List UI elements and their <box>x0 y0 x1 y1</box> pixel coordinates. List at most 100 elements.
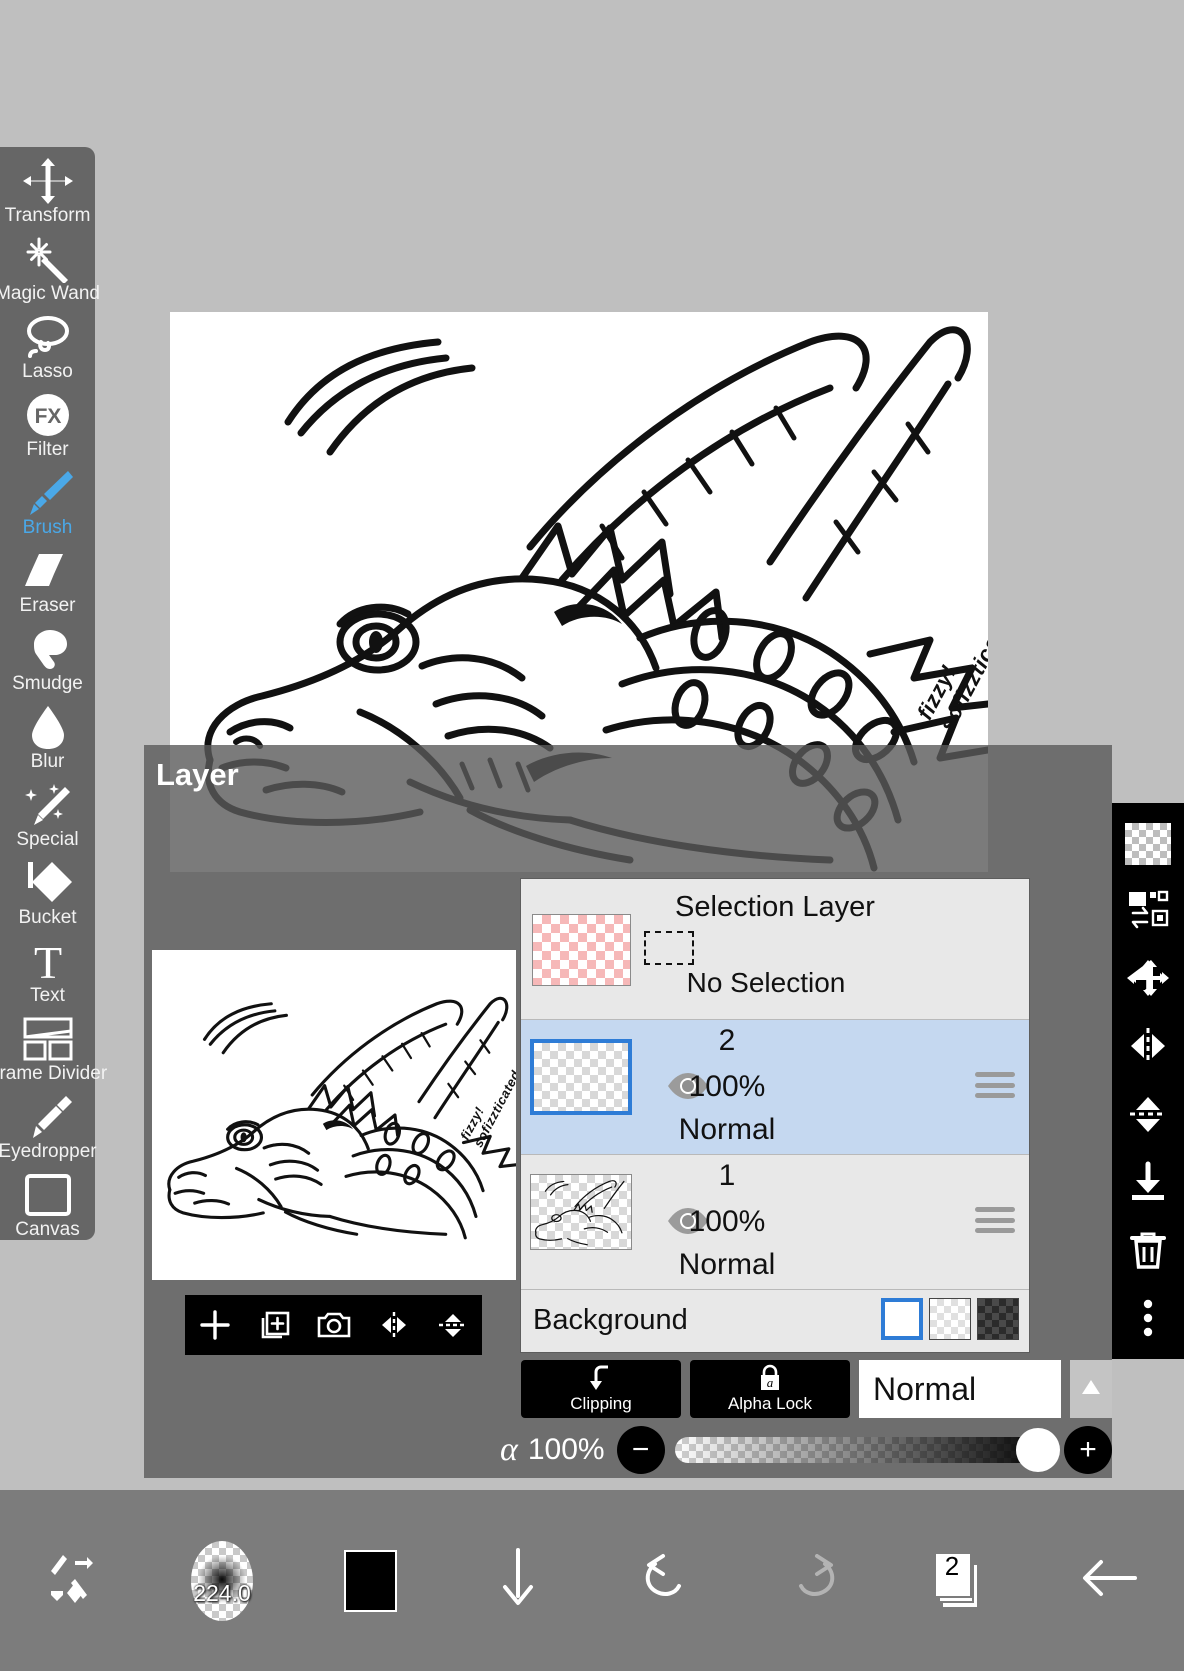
layer-drag-handle-2[interactable] <box>975 1072 1015 1098</box>
sidebar-item-eraser[interactable]: Eraser <box>0 547 95 625</box>
flip-vertical-icon[interactable] <box>437 1310 469 1340</box>
text-t-icon: T <box>19 937 77 985</box>
selection-layer-row[interactable]: Selection Layer No Selection <box>521 879 1029 1020</box>
sidebar-item-smudge[interactable]: Smudge <box>0 625 95 703</box>
sidebar-item-brush[interactable]: Brush <box>0 469 95 547</box>
sidebar-item-label: Eraser <box>19 595 76 616</box>
sidebar-item-text[interactable]: T Text <box>0 937 95 1015</box>
layer-transfer-button[interactable] <box>1120 883 1176 941</box>
alpha-lock-icon: a <box>757 1364 783 1392</box>
sidebar-item-label: Text <box>30 985 65 1006</box>
layer-blend-2: Normal <box>678 1113 776 1146</box>
color-swatch-button[interactable] <box>296 1549 444 1612</box>
layer-panel-title: Layer <box>156 757 239 792</box>
undo-button[interactable] <box>592 1550 740 1611</box>
background-swatch-dark[interactable] <box>977 1298 1019 1340</box>
redo-icon <box>785 1550 843 1611</box>
triangle-up-icon <box>1080 1378 1102 1401</box>
undo-icon <box>637 1550 695 1611</box>
layer-opacity-row: α 100% − + <box>500 1424 1112 1476</box>
sidebar-item-special[interactable]: Special <box>0 781 95 859</box>
sparkle-pencil-icon <box>19 781 77 829</box>
alpha-lock-button[interactable]: a Alpha Lock <box>690 1360 850 1418</box>
clipping-arrow-icon <box>586 1364 616 1392</box>
tool-swap-button[interactable] <box>0 1549 148 1612</box>
brush-size-label: 224.0 <box>193 1579 251 1606</box>
layer-blend-1: Normal <box>678 1248 776 1281</box>
paint-bucket-icon <box>19 859 77 907</box>
sidebar-item-lasso[interactable]: Lasso <box>0 313 95 391</box>
canvas-square-icon <box>19 1171 77 1219</box>
clipping-label: Clipping <box>570 1394 632 1413</box>
flip-horizontal-button[interactable] <box>1120 1019 1176 1077</box>
layer-actions-toolbar <box>1112 803 1184 1359</box>
sidebar-item-label: Bucket <box>18 907 77 928</box>
layers-count-label: 2 <box>944 1550 960 1581</box>
camera-icon[interactable] <box>317 1310 351 1340</box>
background-row[interactable]: Background <box>521 1290 1029 1350</box>
color-chip-icon <box>343 1549 397 1612</box>
move-layer-button[interactable] <box>1120 951 1176 1009</box>
move-arrows-icon <box>1127 957 1169 1004</box>
back-button[interactable] <box>1036 1550 1184 1611</box>
brush-icon <box>19 469 77 517</box>
bottom-toolbar: 224.0 2 <box>0 1490 1184 1671</box>
redo-button[interactable] <box>740 1550 888 1611</box>
sidebar-item-eyedropper[interactable]: Eyedropper <box>0 1093 97 1171</box>
background-swatch-white[interactable] <box>881 1298 923 1340</box>
sidebar-item-bucket[interactable]: Bucket <box>0 859 95 937</box>
layer-options-row: Clipping a Alpha Lock Normal <box>521 1360 1112 1418</box>
layer-row-2[interactable]: 2 100% Normal <box>521 1020 1029 1155</box>
svg-text:T: T <box>33 938 61 984</box>
opacity-slider-knob[interactable] <box>1016 1428 1060 1472</box>
flip-vertical-icon <box>1127 1094 1169 1139</box>
hide-ui-button[interactable] <box>444 1547 592 1614</box>
move-arrows-icon <box>19 157 77 205</box>
opacity-decrease-button[interactable]: − <box>616 1426 665 1474</box>
sidebar-item-canvas[interactable]: Canvas <box>0 1171 95 1249</box>
layer-preview-toolbar <box>185 1295 482 1355</box>
brush-size-button[interactable]: 224.0 <box>148 1540 296 1621</box>
more-options-button[interactable] <box>1120 1291 1176 1349</box>
blend-mode-value: Normal <box>873 1370 977 1407</box>
blend-mode-select[interactable]: Normal <box>859 1360 1061 1418</box>
delete-layer-button[interactable] <box>1120 1223 1176 1281</box>
add-boxed-icon[interactable] <box>259 1309 291 1341</box>
sidebar-item-label: Smudge <box>12 673 83 694</box>
blend-mode-arrow[interactable] <box>1070 1360 1112 1418</box>
flip-horizontal-icon <box>1127 1026 1169 1071</box>
swap-tools-icon <box>45 1549 103 1612</box>
layer-opacity-2: 100% <box>688 1070 766 1103</box>
clipping-button[interactable]: Clipping <box>521 1360 681 1418</box>
preview-dragon-lineart <box>167 996 516 1240</box>
layers-button[interactable]: 2 <box>888 1549 1036 1613</box>
sidebar-item-frame-divider[interactable]: Frame Divider <box>0 1015 107 1093</box>
layer-drag-handle-1[interactable] <box>975 1207 1015 1233</box>
selection-status-label: No Selection <box>686 967 846 998</box>
merge-down-button[interactable] <box>1120 1155 1176 1213</box>
arrow-left-icon <box>1079 1550 1141 1611</box>
alpha-lock-label: Alpha Lock <box>727 1394 813 1413</box>
transparency-button[interactable] <box>1120 815 1176 873</box>
background-swatches <box>881 1298 1019 1340</box>
lasso-icon <box>19 313 77 361</box>
sidebar-item-filter[interactable]: FX Filter <box>0 391 95 469</box>
opacity-slider[interactable] <box>674 1428 1060 1472</box>
flip-horizontal-icon[interactable] <box>378 1310 410 1340</box>
flip-vertical-button[interactable] <box>1120 1087 1176 1145</box>
sidebar-item-magic-wand[interactable]: Magic Wand <box>0 235 100 313</box>
tool-sidebar: Transform Magic Wand Lasso FX Filter Bru… <box>0 147 107 1240</box>
eraser-icon <box>19 547 77 595</box>
sidebar-item-transform[interactable]: Transform <box>0 157 95 235</box>
opacity-increase-button[interactable]: + <box>1064 1426 1112 1474</box>
frame-divider-icon <box>19 1015 77 1063</box>
plus-icon[interactable] <box>198 1308 232 1342</box>
layer-preview-thumbnail[interactable]: fizzy! sofizzticated_ <box>152 950 516 1280</box>
sidebar-item-blur[interactable]: Blur <box>0 703 95 781</box>
sidebar-item-label: Transform <box>4 205 91 226</box>
fx-circle-icon: FX <box>19 391 77 439</box>
layer-name-1: 1 <box>718 1159 736 1192</box>
background-swatch-transparent[interactable] <box>929 1298 971 1340</box>
layer-row-1[interactable]: 1 100% Normal <box>521 1155 1029 1290</box>
magic-wand-icon <box>19 235 77 283</box>
